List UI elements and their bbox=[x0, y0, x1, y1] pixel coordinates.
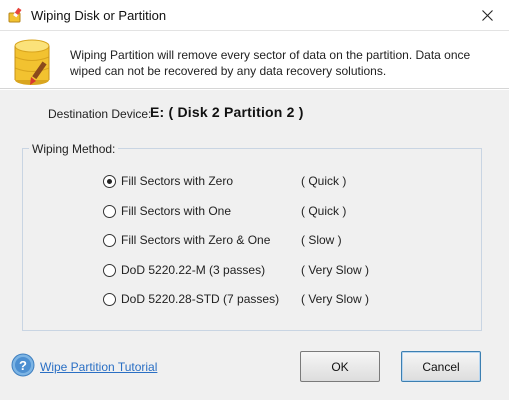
radio-fill-zero[interactable] bbox=[103, 174, 116, 188]
close-icon bbox=[481, 10, 493, 21]
warning-header: Wiping Partition will remove every secto… bbox=[0, 31, 509, 89]
option-fill-zero[interactable]: Fill Sectors with Zero bbox=[103, 173, 233, 189]
ok-button[interactable]: OK bbox=[300, 351, 380, 382]
option-dod-3-pass[interactable]: DoD 5220.22-M (3 passes) bbox=[103, 262, 265, 278]
option-speed: ( Very Slow ) bbox=[301, 263, 370, 277]
option-label: Fill Sectors with One bbox=[121, 204, 232, 218]
radio-fill-one[interactable] bbox=[103, 204, 116, 218]
option-speed: ( Very Slow ) bbox=[301, 292, 370, 306]
radio-dod-7-pass[interactable] bbox=[103, 292, 116, 306]
option-speed: ( Slow ) bbox=[301, 233, 342, 247]
option-speed: ( Quick ) bbox=[301, 204, 347, 218]
radio-fill-zero-one[interactable] bbox=[103, 233, 116, 247]
svg-text:?: ? bbox=[19, 358, 27, 373]
wiping-method-legend: Wiping Method: bbox=[29, 142, 119, 156]
warning-message: Wiping Partition will remove every secto… bbox=[70, 48, 471, 78]
option-fill-one[interactable]: Fill Sectors with One bbox=[103, 203, 231, 219]
destination-label: Destination Device: bbox=[48, 107, 152, 121]
option-dod-7-pass[interactable]: DoD 5220.28-STD (7 passes) bbox=[103, 291, 279, 307]
cancel-button[interactable]: Cancel bbox=[401, 351, 481, 382]
close-button[interactable] bbox=[465, 0, 509, 31]
wiping-method-group: Wiping Method: Fill Sectors with Zero ( … bbox=[22, 142, 482, 331]
database-brush-icon bbox=[11, 37, 57, 87]
eraser-disk-icon bbox=[7, 7, 24, 24]
option-fill-zero-one[interactable]: Fill Sectors with Zero & One bbox=[103, 232, 270, 248]
option-label: Fill Sectors with Zero bbox=[121, 174, 234, 188]
option-label: DoD 5220.22-M (3 passes) bbox=[121, 263, 266, 277]
option-label: DoD 5220.28-STD (7 passes) bbox=[121, 292, 280, 306]
option-speed: ( Quick ) bbox=[301, 174, 347, 188]
radio-dod-3-pass[interactable] bbox=[103, 263, 116, 277]
wipe-partition-tutorial-link[interactable]: Wipe Partition Tutorial bbox=[40, 360, 157, 374]
help-icon[interactable]: ? bbox=[11, 353, 35, 377]
dialog-content: Destination Device: E: ( Disk 2 Partitio… bbox=[0, 90, 509, 400]
option-label: Fill Sectors with Zero & One bbox=[121, 233, 271, 247]
window-title: Wiping Disk or Partition bbox=[31, 8, 167, 23]
title-bar: Wiping Disk or Partition bbox=[0, 0, 509, 31]
destination-value: E: ( Disk 2 Partition 2 ) bbox=[150, 104, 304, 120]
